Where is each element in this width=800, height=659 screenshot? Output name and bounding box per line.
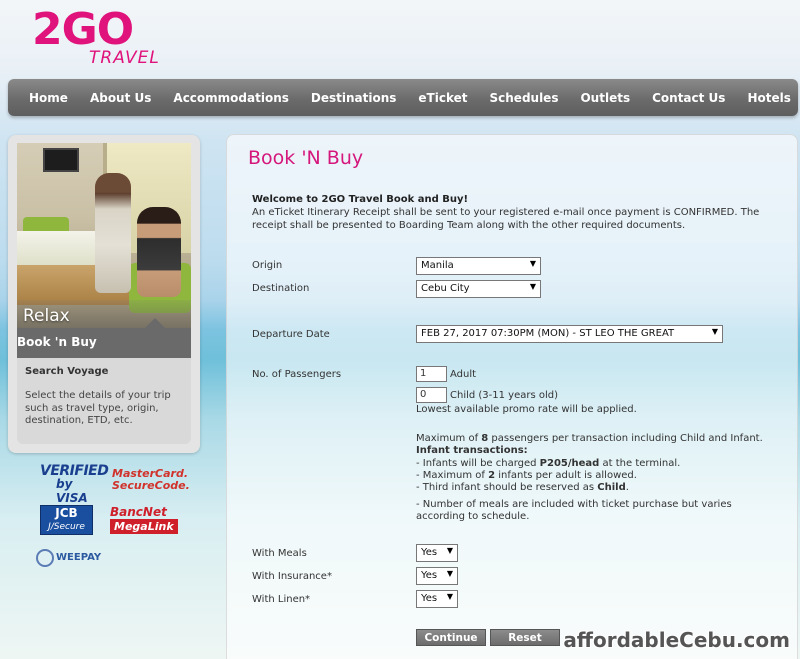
destination-select[interactable]: Cebu City ▼ xyxy=(416,280,541,298)
infant-charge-amount: P205/head xyxy=(539,458,600,469)
nav-item-eticket[interactable]: eTicket xyxy=(407,91,478,105)
origin-label: Origin xyxy=(252,260,283,271)
book-n-buy-banner-label: Book 'n Buy xyxy=(17,335,97,349)
weepay-circle-icon xyxy=(36,549,54,567)
nav-item-about-us[interactable]: About Us xyxy=(79,91,162,105)
nav-item-home[interactable]: Home xyxy=(18,91,79,105)
dropdown-arrow-icon: ▼ xyxy=(446,592,453,601)
with-linen-label: With Linen* xyxy=(252,594,311,605)
destination-label: Destination xyxy=(252,283,310,294)
destination-select-value: Cebu City xyxy=(421,283,470,294)
adult-label: Adult xyxy=(450,369,477,380)
infant-max-pre: - Maximum of xyxy=(416,470,489,481)
infant-note-max: - Maximum of 2 infants per adult is allo… xyxy=(416,470,637,481)
welcome-title: Welcome to 2GO Travel Book and Buy! xyxy=(252,194,469,205)
passengers-label: No. of Passengers xyxy=(252,369,342,380)
max-passengers-post: passengers per transaction including Chi… xyxy=(488,433,763,444)
with-linen-value: Yes xyxy=(421,593,438,604)
verified-by-visa-line2: by VISA xyxy=(56,477,88,505)
nav-item-contact-us[interactable]: Contact Us xyxy=(641,91,736,105)
with-meals-label: With Meals xyxy=(252,548,307,559)
infant-charge-post: at the terminal. xyxy=(599,458,681,469)
logo-main-text: 2GO xyxy=(32,4,134,55)
weepay-text: WEEPAY xyxy=(56,552,102,563)
photo-man xyxy=(95,173,131,293)
banner-arrow xyxy=(145,318,165,328)
promo-note: Lowest available promo rate will be appl… xyxy=(416,404,637,415)
child-count-input[interactable]: 0 xyxy=(416,387,447,403)
bancnet-line2: MegaLink xyxy=(110,519,178,534)
with-insurance-label: With Insurance* xyxy=(252,571,332,582)
departure-date-label: Departure Date xyxy=(252,329,330,340)
origin-select-value: Manila xyxy=(421,260,454,271)
mastercard-securecode-seal: MasterCard. SecureCode. xyxy=(112,468,190,496)
with-meals-select[interactable]: Yes ▼ xyxy=(416,544,458,562)
jcb-line2: J/Secure xyxy=(48,522,85,532)
with-insurance-value: Yes xyxy=(421,570,438,581)
jcb-jsecure-seal: JCB J/Secure xyxy=(40,505,93,535)
meals-note-line2: according to schedule. xyxy=(416,511,530,522)
infant-note-charge: - Infants will be charged P205/head at t… xyxy=(416,458,680,469)
dropdown-arrow-icon: ▼ xyxy=(446,569,453,578)
meals-note-line1: - Number of meals are included with tick… xyxy=(416,499,732,510)
nav-item-outlets[interactable]: Outlets xyxy=(569,91,641,105)
verified-by-visa-seal: VERIFIED by VISA xyxy=(40,463,109,505)
adult-count-input[interactable]: 1 xyxy=(416,366,447,382)
search-voyage-title: Search Voyage xyxy=(25,366,109,377)
dropdown-arrow-icon: ▼ xyxy=(529,259,536,268)
infant-max-post: infants per adult is allowed. xyxy=(495,470,637,481)
nav-item-accommodations[interactable]: Accommodations xyxy=(162,91,299,105)
departure-date-select[interactable]: FEB 27, 2017 07:30PM (MON) - ST LEO THE … xyxy=(416,325,723,343)
origin-select[interactable]: Manila ▼ xyxy=(416,257,541,275)
bancnet-megalink-seal: BancNet MegaLink xyxy=(110,505,178,537)
infant-charge-pre: - Infants will be charged xyxy=(416,458,540,469)
photo-woman xyxy=(137,207,181,297)
infant-third-pre: - Third infant should be reserved as xyxy=(416,482,598,493)
with-meals-value: Yes xyxy=(421,547,438,558)
jcb-line1: JCB xyxy=(55,506,78,520)
promo-photo: Relax xyxy=(17,143,191,328)
child-label: Child (3-11 years old) xyxy=(450,390,559,401)
weepay-seal: WEEPAY xyxy=(36,549,116,573)
nav-item-hotels[interactable]: Hotels xyxy=(736,91,800,105)
booking-panel: Book 'N Buy Welcome to 2GO Travel Book a… xyxy=(226,134,798,659)
welcome-text: An eTicket Itinerary Receipt shall be se… xyxy=(252,207,760,231)
max-passengers-note: Maximum of 8 passengers per transaction … xyxy=(416,433,763,444)
dropdown-arrow-icon: ▼ xyxy=(446,546,453,555)
nav-item-schedules[interactable]: Schedules xyxy=(479,91,570,105)
infant-transactions-title: Infant transactions: xyxy=(416,445,528,456)
dropdown-arrow-icon: ▼ xyxy=(529,282,536,291)
bancnet-line1: BancNet xyxy=(110,505,167,519)
infant-max-number: 2 xyxy=(488,470,496,481)
brand-logo[interactable]: 2GO TRAVEL xyxy=(32,4,162,69)
with-linen-select[interactable]: Yes ▼ xyxy=(416,590,458,608)
photo-tv xyxy=(43,148,79,172)
book-n-buy-banner: Book 'n Buy xyxy=(17,318,191,358)
logo-sub-text: TRAVEL xyxy=(89,48,160,68)
nav-item-destinations[interactable]: Destinations xyxy=(300,91,408,105)
max-passengers-pre: Maximum of xyxy=(416,433,482,444)
site-watermark: affordableCebu.com xyxy=(563,628,790,652)
infant-note-third: - Third infant should be reserved as Chi… xyxy=(416,482,629,493)
with-insurance-select[interactable]: Yes ▼ xyxy=(416,567,458,585)
mastercard-line2: SecureCode. xyxy=(112,479,190,492)
search-voyage-box: Search Voyage Select the details of your… xyxy=(17,358,191,444)
continue-button[interactable]: Continue xyxy=(416,629,486,646)
sidebar: Relax Book 'n Buy Search Voyage Select t… xyxy=(8,135,200,453)
dropdown-arrow-icon: ▼ xyxy=(711,327,718,336)
departure-date-value: FEB 27, 2017 07:30PM (MON) - ST LEO THE … xyxy=(421,328,675,339)
photo-caption: Relax xyxy=(23,306,70,326)
reset-button[interactable]: Reset xyxy=(490,629,560,646)
page-title: Book 'N Buy xyxy=(248,147,364,169)
main-navbar: Home About Us Accommodations Destination… xyxy=(8,79,798,116)
infant-third-bold: Child xyxy=(597,482,626,493)
search-voyage-description: Select the details of your trip such as … xyxy=(25,390,171,426)
infant-third-post: . xyxy=(625,482,629,493)
